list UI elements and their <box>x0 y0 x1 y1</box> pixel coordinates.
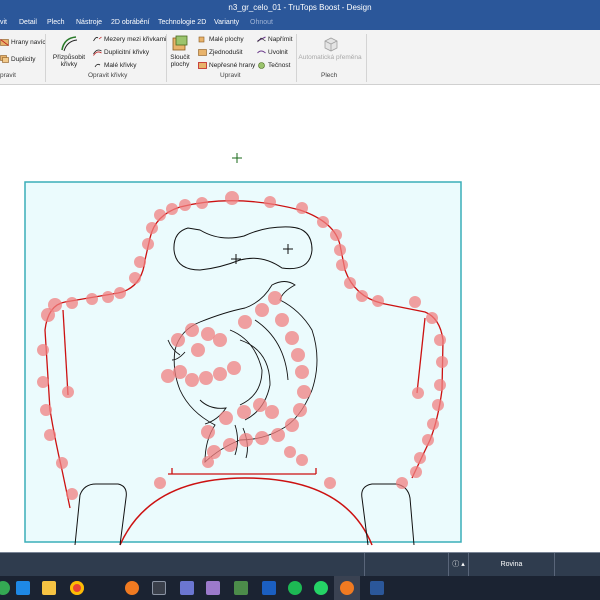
plane-mode-label: Rovina <box>500 561 523 568</box>
word-icon[interactable] <box>370 581 384 595</box>
store-icon[interactable] <box>262 581 276 595</box>
inexact-edges-button[interactable]: Nepřesné hrany <box>198 61 255 69</box>
inexact-edges-icon <box>198 61 207 69</box>
mail-icon[interactable] <box>16 581 30 595</box>
ribbon-separator <box>45 34 46 82</box>
release-button[interactable]: Uvolnit <box>257 48 288 56</box>
curves-icon <box>60 35 78 52</box>
menu-item-plech[interactable]: Plech <box>47 16 65 30</box>
ribbon-separator <box>296 34 297 82</box>
part-drawing <box>24 153 462 546</box>
box-edges-icon <box>0 38 9 46</box>
app-orange-icon[interactable] <box>125 581 139 595</box>
adapt-curves-label: Přizpůsobit křivky <box>52 54 86 68</box>
group-label-upravit-left: pravit <box>0 72 16 79</box>
extra-edges-button[interactable]: Hrany navíc <box>0 38 46 46</box>
group-label-upravit: Upravit <box>220 72 241 79</box>
duplicate-curves-label: Duplicitní křivky <box>104 48 150 56</box>
menu-item-technologie-2d[interactable]: Technologie 2D <box>158 16 206 30</box>
info-dropdown[interactable]: ⓘ ▴ <box>448 553 468 576</box>
menu-item-nastroje[interactable]: Nástroje <box>76 16 102 30</box>
menu-item-2d-obrabeni[interactable]: 2D obrábění <box>111 16 150 30</box>
ribbon-separator <box>166 34 167 82</box>
merge-surfaces-button[interactable]: Sloučit plochy <box>168 35 192 68</box>
small-curves-button[interactable]: Malé křivky <box>93 61 137 69</box>
info-icon: ⓘ ▴ <box>452 561 465 568</box>
small-curves-label: Malé křivky <box>104 61 137 69</box>
status-cell-right <box>554 553 600 576</box>
plane-mode-indicator[interactable]: Rovina <box>468 553 554 576</box>
windows-icon[interactable] <box>0 581 10 595</box>
duplicates-label: Duplicity <box>11 55 36 63</box>
whatsapp-icon[interactable] <box>314 581 328 595</box>
duplicates-icon <box>0 55 9 63</box>
spotify-icon[interactable] <box>288 581 302 595</box>
automatic-conversion-button[interactable]: Automatická přeměna <box>298 35 362 61</box>
simplify-label: Zjednodušit <box>209 48 243 56</box>
simplify-button[interactable]: Zjednodušit <box>198 48 243 56</box>
origin-cross-icon <box>232 153 242 163</box>
file-explorer-icon[interactable] <box>42 581 56 595</box>
menu-item-varianty[interactable]: Varianty <box>214 16 239 30</box>
menu-item-detail[interactable]: Detail <box>19 16 37 30</box>
extra-edges-label: Hrany navíc <box>11 38 46 46</box>
duplicate-curves-icon <box>93 48 102 56</box>
group-label-opravit-krivky: Opravit křivky <box>88 72 128 79</box>
save-icon[interactable] <box>180 581 194 595</box>
straighten-icon <box>257 35 266 43</box>
merge-surfaces-label: Sloučit plochy <box>170 54 190 68</box>
ribbon: Hrany navíc Duplicity pravit Přizpůsobit… <box>0 30 600 85</box>
menu-item-ohnout[interactable]: Ohnout <box>250 16 273 30</box>
curve-gaps-icon <box>93 35 102 43</box>
cube-icon <box>321 35 339 52</box>
calculator-icon[interactable] <box>152 581 166 595</box>
adapt-curves-button[interactable]: Přizpůsobit křivky <box>50 35 88 68</box>
curve-gaps-button[interactable]: Mezery mezi křivkami <box>93 35 166 43</box>
trutops-active-icon[interactable] <box>340 581 354 595</box>
ribbon-separator <box>366 34 367 82</box>
release-icon <box>257 48 266 56</box>
taskbar <box>0 576 600 600</box>
tangency-button[interactable]: Tečnost <box>257 61 290 69</box>
menu-bar: vit Detail Plech Nástroje 2D obrábění Te… <box>0 16 600 30</box>
small-surfaces-button[interactable]: Malé plochy <box>198 35 244 43</box>
menu-item-file[interactable]: vit <box>0 16 7 30</box>
straighten-label: Napřímit <box>268 35 293 43</box>
status-cell-empty <box>364 553 448 576</box>
drawing-canvas[interactable] <box>0 86 600 552</box>
tangency-label: Tečnost <box>268 61 291 69</box>
duplicate-curves-button[interactable]: Duplicitní křivky <box>93 48 149 56</box>
simplify-icon <box>198 48 207 56</box>
release-label: Uvolnit <box>268 48 288 56</box>
duplicates-button[interactable]: Duplicity <box>0 55 36 63</box>
status-bar: ⓘ ▴ Rovina <box>0 552 600 576</box>
chrome-icon[interactable] <box>70 581 84 595</box>
straighten-button[interactable]: Napřímit <box>257 35 293 43</box>
automatic-conversion-label: Automatická přeměna <box>298 54 362 61</box>
edit-icon[interactable] <box>206 581 220 595</box>
small-curves-icon <box>93 61 102 69</box>
tangency-icon <box>257 61 266 69</box>
title-bar: n3_gr_celo_01 - TruTops Boost - Design <box>0 0 600 16</box>
group-label-plech: Plech <box>321 72 338 79</box>
merge-surfaces-icon <box>171 35 189 52</box>
small-surfaces-icon <box>198 35 207 43</box>
inexact-edges-label: Nepřesné hrany <box>209 61 256 69</box>
chart-icon[interactable] <box>234 581 248 595</box>
small-surfaces-label: Malé plochy <box>209 35 244 43</box>
curve-gaps-label: Mezery mezi křivkami <box>104 35 167 43</box>
window-title: n3_gr_celo_01 - TruTops Boost - Design <box>228 3 372 12</box>
